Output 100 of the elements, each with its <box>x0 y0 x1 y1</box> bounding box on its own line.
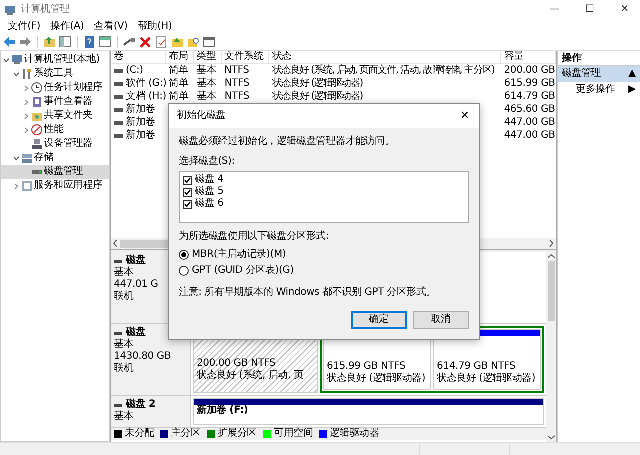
partition-title: 新加卷 (F:) <box>196 405 250 417</box>
tree-item[interactable]: 设备管理器 <box>1 137 109 151</box>
scroll-up-icon[interactable] <box>548 254 554 259</box>
menu-item[interactable]: 查看(V) <box>90 20 132 34</box>
tree-item[interactable]: 计算机管理(本地) <box>1 53 109 67</box>
disk-option[interactable]: 磁盘 5 <box>195 186 224 198</box>
device-icon <box>31 138 43 150</box>
partition-info: 614.79 GB NTFS <box>436 361 517 372</box>
chevron-down-icon[interactable] <box>12 154 20 162</box>
scroll-left-icon[interactable] <box>113 240 118 247</box>
chevron-down-icon[interactable] <box>2 56 10 64</box>
table-cell: 615.99 GB <box>504 78 556 90</box>
checkbox-checked-icon[interactable] <box>183 176 192 184</box>
radio-label[interactable]: GPT (GUID 分区表)(G) <box>192 265 294 277</box>
clock-icon <box>31 82 43 94</box>
radio-icon[interactable] <box>179 266 189 276</box>
table-cell: 新加卷 <box>126 116 156 128</box>
scroll-thumb[interactable] <box>120 240 170 248</box>
partition-style-label: 为所选磁盘使用以下磁盘分区形式: <box>179 231 330 243</box>
legend-label: 主分区 <box>171 428 201 440</box>
partition[interactable]: 新加卷 (F:) <box>193 398 544 425</box>
table-cell: 状态良好 (系统, 启动, 页面文件, 活动, 故障转储, 主分区) <box>272 64 494 76</box>
chevron-right-icon[interactable] <box>22 112 30 120</box>
checkbox-checked-icon[interactable] <box>183 188 192 196</box>
scroll-down-icon[interactable] <box>548 435 554 440</box>
action-item[interactable]: 磁盘管理 ▲ <box>558 66 640 82</box>
arrow-icon: ▲ <box>628 68 636 80</box>
disk-name: 磁盘 <box>126 255 146 266</box>
dialog-message: 磁盘必须经过初始化，逻辑磁盘管理器才能访问。 <box>179 136 396 148</box>
table-cell: 简单 <box>169 90 189 102</box>
radio-selected-icon[interactable] <box>179 250 189 260</box>
folder-search-icon[interactable] <box>187 36 200 48</box>
radio-label[interactable]: MBR(主启动记录)(M) <box>192 249 286 261</box>
tree-item[interactable]: 存储 <box>1 151 109 165</box>
partition-info: 状态良好 (逻辑驱动器) <box>326 373 427 385</box>
folder-up-icon[interactable] <box>43 36 56 48</box>
tree-item[interactable]: 磁盘管理 <box>1 165 109 179</box>
table-cell: 软件 (G:) <box>126 78 167 90</box>
table-cell: 新加卷 <box>126 130 156 142</box>
disk-name: 磁盘 <box>126 327 146 338</box>
computer-icon <box>11 54 23 66</box>
help-icon[interactable] <box>83 36 96 48</box>
dialog-button[interactable]: 确定 <box>351 311 407 329</box>
scroll-right-icon[interactable] <box>549 240 554 247</box>
column-header[interactable]: 布局 <box>166 51 194 63</box>
tree-item[interactable]: 系统工具 <box>1 67 109 81</box>
properties-icon[interactable] <box>155 36 168 48</box>
forward-icon[interactable] <box>19 36 32 48</box>
tree-item[interactable]: 服务和应用程序 <box>1 179 109 193</box>
chevron-right-icon[interactable] <box>12 182 20 190</box>
disk-list[interactable]: 磁盘 4 磁盘 5 磁盘 6 <box>179 171 469 223</box>
dialog-button[interactable]: 取消 <box>413 311 469 329</box>
vertical-scrollbar[interactable] <box>546 252 556 442</box>
table-cell: 状态良好 (逻辑驱动器) <box>272 90 363 102</box>
maximize-button[interactable]: ☐ <box>575 4 605 16</box>
disk-info: 联机 <box>114 291 134 303</box>
column-header[interactable]: 卷 <box>111 51 166 63</box>
legend-label: 未分配 <box>125 428 154 440</box>
back-icon[interactable] <box>3 36 16 48</box>
checkbox-checked-icon[interactable] <box>183 200 192 208</box>
shared-folder-icon <box>31 110 43 122</box>
disk-info: 447.01 G <box>114 279 158 290</box>
chevron-right-icon[interactable] <box>22 98 30 106</box>
storage-icon <box>21 152 33 164</box>
close-button[interactable]: ✕ <box>610 4 640 16</box>
disk-info: 基本 <box>114 339 134 351</box>
table-cell: 465.60 GB <box>504 104 556 116</box>
column-header[interactable]: 类型 <box>194 51 222 63</box>
tree-item[interactable]: 共享文件夹 <box>1 109 109 123</box>
chevron-right-icon[interactable] <box>22 84 30 92</box>
dialog-title: 初始化磁盘 <box>177 110 226 122</box>
table-cell: 基本 <box>196 64 216 76</box>
disk-option[interactable]: 磁盘 4 <box>195 174 224 186</box>
partition-info: 状态良好 (系统, 启动, 页 <box>196 370 305 382</box>
disk-info: 联机 <box>114 363 134 375</box>
chevron-right-icon[interactable] <box>22 126 30 134</box>
table-cell: NTFS <box>224 64 250 76</box>
menu-item[interactable]: 文件(F) <box>4 20 45 34</box>
window-icon[interactable] <box>203 36 216 48</box>
minimize-button[interactable]: — <box>540 4 570 16</box>
list-label: 选择磁盘(S): <box>179 156 236 168</box>
scroll-thumb[interactable] <box>548 261 554 321</box>
table-cell: 447.00 GB <box>504 130 556 142</box>
panel-icon[interactable] <box>99 36 112 48</box>
action-item[interactable]: 更多操作 ▶ <box>558 82 640 98</box>
partition-info: 615.99 GB NTFS <box>326 361 407 372</box>
menu-item[interactable]: 帮助(H) <box>134 20 176 34</box>
tree-item[interactable]: 事件查看器 <box>1 95 109 109</box>
panel-icon[interactable] <box>59 36 72 48</box>
delete-icon[interactable] <box>139 36 152 48</box>
chevron-down-icon[interactable] <box>12 70 20 78</box>
menu-item[interactable]: 操作(A) <box>46 20 88 34</box>
action-label: 磁盘管理 <box>562 68 602 80</box>
tree-item[interactable]: 性能 <box>1 123 109 137</box>
tree-item[interactable]: 任务计划程序 <box>1 81 109 95</box>
table-cell: 200.00 GB <box>504 64 556 76</box>
close-button[interactable]: ✕ <box>451 110 479 122</box>
disk-option[interactable]: 磁盘 6 <box>195 198 224 210</box>
column-header[interactable]: 状态 <box>269 51 502 63</box>
disk-info: 基本 <box>114 411 134 423</box>
